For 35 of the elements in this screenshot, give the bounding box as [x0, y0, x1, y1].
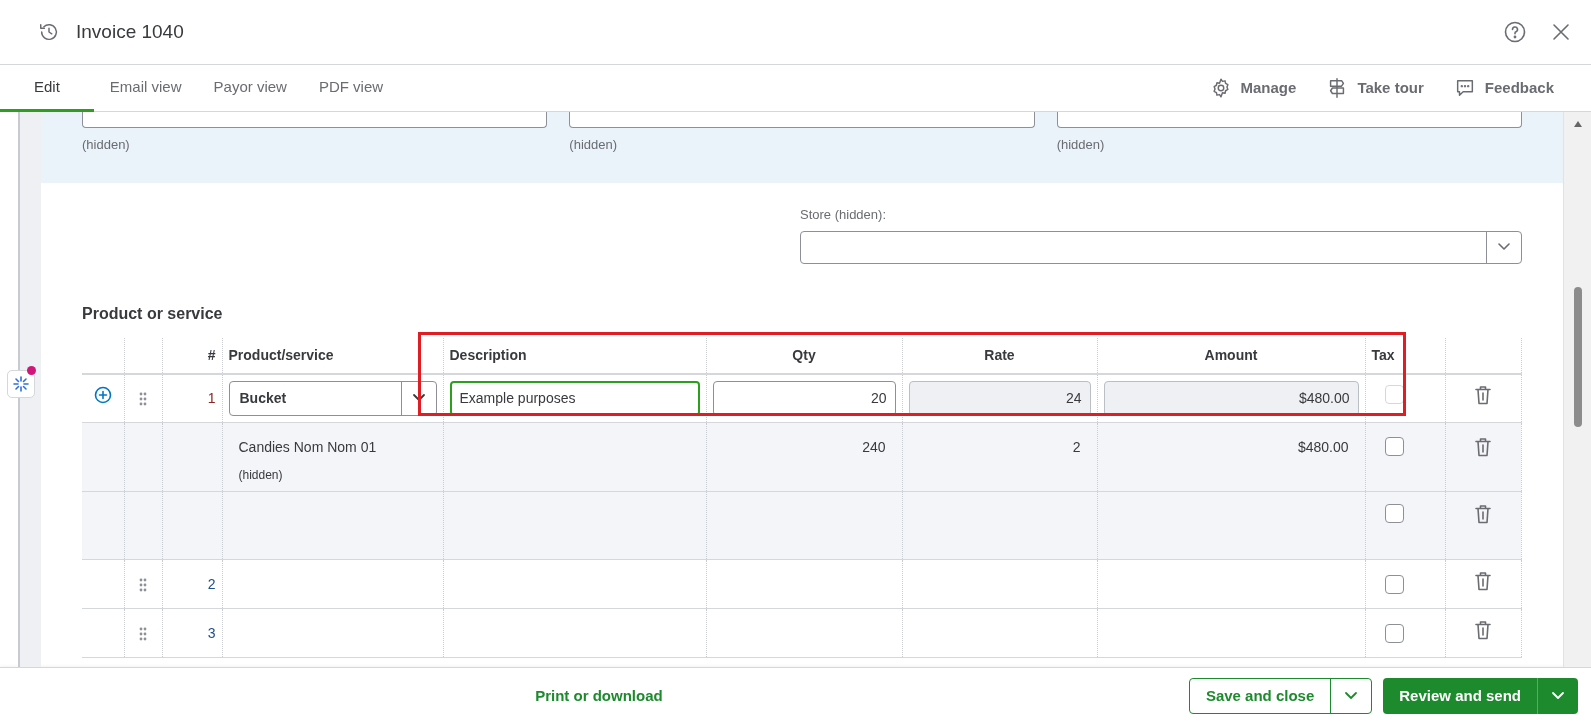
description-field[interactable]: Example purposes [449, 380, 700, 416]
line-number: 2 [207, 575, 216, 592]
section-title: Product or service [82, 303, 224, 324]
tab[interactable]: Email view [93, 65, 198, 112]
field-hint: (hidden) [1056, 136, 1106, 154]
tab[interactable]: Payor view [197, 65, 303, 112]
field-hint: (hidden) [82, 136, 131, 154]
tab[interactable]: PDF view [302, 65, 400, 112]
line-number: 3 [207, 624, 216, 641]
row-note: (hidden) [238, 467, 284, 484]
amount-field[interactable]: $480.00 [1103, 380, 1359, 416]
split-button[interactable]: Save and close [1188, 678, 1373, 714]
table-cell: 240 [862, 439, 886, 455]
window-title: Invoice 1040 [76, 19, 184, 44]
table-cell: $480.00 [1297, 439, 1349, 455]
quantity-field[interactable]: 20 [712, 380, 896, 416]
product-select[interactable]: Bucket [228, 380, 437, 416]
column-header: Qty [792, 346, 816, 363]
table-cell-text: Candies Nom Nom 01 [238, 438, 378, 457]
print-link[interactable]: Print or download [535, 684, 663, 708]
column-header: Tax [1371, 346, 1395, 363]
toolbar-link[interactable]: Feedback [1453, 65, 1554, 111]
table-cell: 2 [1072, 439, 1081, 455]
toolbar-link[interactable]: Manage [1209, 65, 1297, 111]
column-header: Description [449, 346, 527, 363]
field-label: Store (hidden): [800, 206, 887, 224]
field-hint: (hidden) [569, 136, 619, 154]
toolbar-link[interactable]: Take tour [1326, 65, 1424, 111]
column-header: Product/service [228, 346, 334, 363]
column-header: # [207, 346, 216, 363]
column-header: Rate [984, 346, 1015, 363]
split-button[interactable]: Review and send [1383, 678, 1578, 714]
line-number: 1 [207, 389, 216, 406]
rate-field[interactable]: 24 [908, 380, 1091, 416]
column-header: Amount [1204, 346, 1258, 363]
